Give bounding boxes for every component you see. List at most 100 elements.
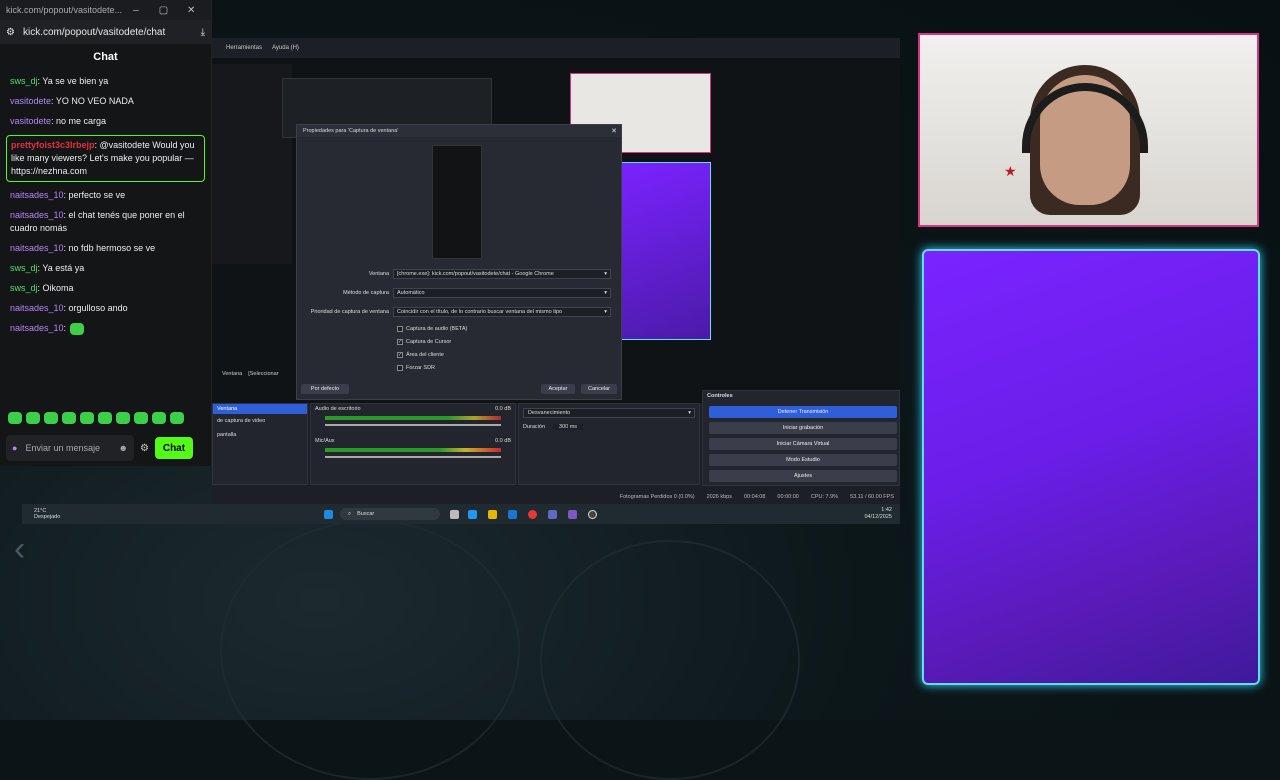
emote-icon[interactable] bbox=[152, 412, 166, 424]
settings-button[interactable]: Ajustes bbox=[709, 470, 897, 482]
stop-stream-button[interactable]: Detener Transmisión bbox=[709, 406, 897, 418]
chat-username[interactable]: naitsades_10 bbox=[10, 303, 64, 313]
obs-window: Herramientas Ayuda (H) Propiedades para … bbox=[212, 38, 900, 504]
controls-title: Controles bbox=[707, 393, 733, 399]
checkbox-box-checked: ✓ bbox=[397, 352, 403, 358]
duration-input[interactable]: 300 ms bbox=[553, 424, 584, 430]
start-virtual-camera-button[interactable]: Iniciar Cámara Virtual bbox=[709, 438, 897, 450]
emote-icon[interactable] bbox=[134, 412, 148, 424]
select-value: [chrome.exe]: kick.com/popout/vasitodete… bbox=[397, 271, 554, 277]
checkbox-audio[interactable]: Captura de audio (BETA) bbox=[397, 326, 467, 332]
volume-meter bbox=[325, 416, 501, 420]
capture-method-select[interactable]: Automático ▾ bbox=[393, 288, 611, 298]
field-label: Ventana bbox=[368, 271, 389, 277]
file-explorer-icon[interactable] bbox=[488, 510, 497, 519]
chat-username[interactable]: vasitodete bbox=[10, 96, 51, 106]
volume-slider[interactable] bbox=[325, 456, 501, 458]
gear-icon[interactable]: ⚙ bbox=[140, 443, 149, 454]
emoji-icon[interactable]: ☻ bbox=[119, 443, 128, 453]
checkbox-cursor[interactable]: ✓ Captura de Cursor bbox=[397, 339, 451, 345]
menu-item-tools[interactable]: Herramientas bbox=[226, 45, 262, 51]
download-icon[interactable]: ⤓ bbox=[201, 27, 205, 38]
defaults-button[interactable]: Por defecto bbox=[301, 384, 349, 394]
emote-icon[interactable] bbox=[8, 412, 22, 424]
start-recording-button[interactable]: Iniciar grabación bbox=[709, 422, 897, 434]
select-value: Coincidir con el título, de lo contrario… bbox=[397, 309, 563, 315]
checkbox-box bbox=[397, 326, 403, 332]
dialog-close-icon[interactable]: ✕ bbox=[611, 127, 617, 135]
priority-select[interactable]: Coincidir con el título, de lo contrario… bbox=[393, 307, 611, 317]
address-bar[interactable]: ⚙ kick.com/popout/vasitodete/chat ⤓ bbox=[0, 20, 211, 44]
ok-button[interactable]: Aceptar bbox=[541, 384, 575, 394]
windows-start-icon[interactable] bbox=[324, 510, 333, 519]
sources-panel: Ventana de captura de video pantalla bbox=[212, 403, 308, 485]
chat-username[interactable]: naitsades_10 bbox=[10, 190, 64, 200]
chat-text: : Ya está ya bbox=[37, 263, 85, 273]
menu-item-help[interactable]: Ayuda (H) bbox=[272, 45, 299, 51]
minimize-icon[interactable]: – bbox=[122, 5, 150, 16]
chat-input[interactable]: ● Enviar un mensaje ☻ bbox=[6, 435, 134, 461]
obs-icon[interactable] bbox=[588, 510, 597, 519]
chat-username[interactable]: sws_dj bbox=[10, 283, 38, 293]
chat-send-button[interactable]: Chat bbox=[154, 437, 193, 459]
transition-select[interactable]: Desvanecimiento ▾ bbox=[523, 408, 695, 418]
emote-icon[interactable] bbox=[26, 412, 40, 424]
chat-username[interactable]: naitsades_10 bbox=[10, 323, 64, 333]
chevron-down-icon: ▾ bbox=[688, 410, 691, 416]
discord-icon[interactable] bbox=[568, 510, 577, 519]
chat-username[interactable]: sws_dj bbox=[10, 263, 38, 273]
cancel-button[interactable]: Cancelar bbox=[581, 384, 617, 394]
studio-mode-button[interactable]: Modo Estudio bbox=[709, 454, 897, 466]
source-item[interactable]: Ventana bbox=[213, 404, 307, 414]
chat-message: sws_dj: Ya se ve bien ya bbox=[10, 75, 201, 88]
transitions-panel: Desvanecimiento ▾ Duración 300 ms bbox=[518, 403, 700, 485]
checkbox-client-area[interactable]: ✓ Área del cliente bbox=[397, 352, 444, 358]
emote-icon[interactable] bbox=[98, 412, 112, 424]
emote-icon[interactable] bbox=[170, 412, 184, 424]
chat-username[interactable]: naitsades_10 bbox=[10, 243, 64, 253]
chat-username[interactable]: prettyfoist3c3lrbejp bbox=[11, 140, 95, 150]
teams-icon[interactable] bbox=[548, 510, 557, 519]
store-icon[interactable] bbox=[508, 510, 517, 519]
emote-icon[interactable] bbox=[62, 412, 76, 424]
volume-slider[interactable] bbox=[325, 424, 501, 426]
emote-icon[interactable] bbox=[80, 412, 94, 424]
chat-message-list: sws_dj: Ya se ve bien ya vasitodete: YO N… bbox=[0, 70, 211, 344]
star-decoration: ★ bbox=[1004, 163, 1017, 179]
maximize-icon[interactable]: ▢ bbox=[150, 5, 178, 16]
emote-icon[interactable] bbox=[44, 412, 58, 424]
taskbar-search[interactable]: ⌕ Buscar bbox=[340, 508, 440, 520]
chrome-icon[interactable] bbox=[528, 510, 537, 519]
chat-username[interactable]: vasitodete bbox=[10, 116, 51, 126]
edge-icon[interactable] bbox=[468, 510, 477, 519]
chat-username[interactable]: sws_dj bbox=[10, 76, 38, 86]
system-clock[interactable]: 1:42 04/12/2025 bbox=[864, 507, 892, 521]
close-icon[interactable]: ✕ bbox=[177, 5, 205, 16]
chat-message: naitsades_10: bbox=[10, 322, 201, 335]
chat-username[interactable]: naitsades_10 bbox=[10, 210, 64, 220]
chat-text: : no fdb hermoso se ve bbox=[63, 243, 156, 253]
chat-message: prettyfoist3c3lrbejp: @vasitodete Would … bbox=[6, 135, 205, 182]
chat-message: naitsades_10: no fdb hermoso se ve bbox=[10, 242, 201, 255]
select-value: Automático bbox=[397, 290, 425, 296]
emote-icon[interactable] bbox=[116, 412, 130, 424]
checkbox-label: Captura de audio (BETA) bbox=[406, 326, 468, 332]
mixer-track-name: Audio de escritorio bbox=[315, 406, 361, 412]
obs-menubar: Herramientas Ayuda (H) bbox=[212, 38, 900, 58]
chevron-left-icon: ‹ bbox=[14, 530, 26, 568]
source-item[interactable]: pantalla bbox=[213, 428, 307, 442]
chevron-down-icon: ▾ bbox=[604, 290, 607, 296]
window-select[interactable]: [chrome.exe]: kick.com/popout/vasitodete… bbox=[393, 269, 611, 279]
source-item[interactable]: de captura de video bbox=[213, 414, 307, 428]
checkbox-label: Captura de Cursor bbox=[406, 339, 452, 345]
task-view-icon[interactable] bbox=[450, 510, 459, 519]
search-icon: ⌕ bbox=[348, 510, 352, 517]
weather-widget[interactable]: 21°C Despejado bbox=[34, 508, 60, 520]
status-record-time: 00:00:00 bbox=[777, 494, 799, 500]
chat-text: : bbox=[63, 323, 67, 333]
mixer-track: Mic/Aux 0.0 dB bbox=[311, 430, 515, 446]
obs-statusbar: Fotogramas Perdidos 0 (0.0%) 2026 kbps 0… bbox=[212, 490, 900, 504]
search-label: Buscar bbox=[357, 511, 375, 517]
background-arch bbox=[540, 540, 800, 780]
site-settings-icon[interactable]: ⚙ bbox=[6, 27, 15, 38]
